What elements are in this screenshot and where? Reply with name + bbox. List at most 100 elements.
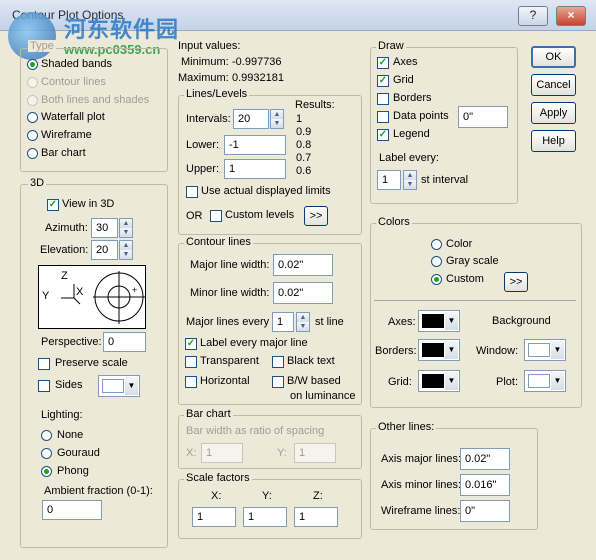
major-width-label: Major line width: xyxy=(190,259,270,271)
perspective-label: Perspective: xyxy=(41,336,102,348)
spin-up-icon[interactable]: ▲ xyxy=(120,219,132,228)
scale-y-input[interactable]: 1 xyxy=(243,507,287,527)
scale-z-label: Z: xyxy=(313,490,323,502)
grid-color-dropdown[interactable]: ▼ xyxy=(418,370,460,392)
bar-ratio-label: Bar width as ratio of spacing xyxy=(186,425,325,437)
actual-limits-checkbox[interactable] xyxy=(186,186,198,198)
maximum-label: Maximum: xyxy=(178,72,229,84)
custom-levels-more-button[interactable]: >> xyxy=(304,206,328,226)
view-3d-checkbox[interactable]: ✓ xyxy=(47,199,59,211)
major-every-input[interactable]: 1 xyxy=(272,312,294,332)
lower-input[interactable]: -1 xyxy=(224,135,286,155)
radio-contour-lines[interactable] xyxy=(27,77,38,88)
borders-checkbox[interactable] xyxy=(377,93,389,105)
radio-shaded-bands[interactable] xyxy=(27,59,38,70)
custom-colors-more-button[interactable]: >> xyxy=(504,272,528,292)
chevron-down-icon[interactable]: ▼ xyxy=(125,377,138,395)
spin-down-icon[interactable]: ▼ xyxy=(297,322,309,331)
radio-custom[interactable] xyxy=(431,274,442,285)
ambient-input[interactable]: 0 xyxy=(42,500,102,520)
window-color-dropdown[interactable]: ▼ xyxy=(524,339,566,361)
sides-color-dropdown[interactable]: ▼ xyxy=(98,375,140,397)
spin-up-icon[interactable]: ▲ xyxy=(297,313,309,322)
radio-lighting-gouraud[interactable] xyxy=(41,448,52,459)
spin-down-icon[interactable]: ▼ xyxy=(120,228,132,237)
window-color-label: Window: xyxy=(476,345,519,357)
spin-down-icon[interactable]: ▼ xyxy=(271,119,283,128)
grid-checkbox[interactable]: ✓ xyxy=(377,75,389,87)
chevron-down-icon[interactable]: ▼ xyxy=(445,341,458,359)
azimuth-input[interactable]: 30 xyxy=(91,218,118,238)
bar-y-input[interactable]: 1 xyxy=(294,443,336,463)
chevron-down-icon[interactable]: ▼ xyxy=(551,341,564,359)
other-lines-label: Other lines: xyxy=(376,421,437,433)
bar-y-label: Y: xyxy=(277,447,287,459)
wireframe-lines-input[interactable]: 0" xyxy=(460,500,510,522)
apply-button[interactable]: Apply xyxy=(531,102,576,124)
chevron-down-icon[interactable]: ▼ xyxy=(445,312,458,330)
bw-luminance-checkbox[interactable] xyxy=(272,376,284,388)
axes-checkbox[interactable]: ✓ xyxy=(377,57,389,69)
radio-lighting-phong[interactable] xyxy=(41,466,52,477)
chevron-down-icon[interactable]: ▼ xyxy=(445,372,458,390)
chevron-down-icon[interactable]: ▼ xyxy=(551,372,564,390)
scale-z-input[interactable]: 1 xyxy=(294,507,338,527)
axis-y-label: Y xyxy=(42,290,50,302)
elevation-input[interactable]: 20 xyxy=(91,240,118,260)
axes-color-dropdown[interactable]: ▼ xyxy=(418,310,460,332)
legend-checkbox[interactable]: ✓ xyxy=(377,129,389,141)
close-button[interactable]: × xyxy=(556,6,586,26)
elevation-spinner[interactable]: ▲ ▼ xyxy=(119,240,133,260)
spin-up-icon[interactable]: ▲ xyxy=(120,241,132,250)
sides-checkbox[interactable] xyxy=(38,380,50,392)
colors-divider xyxy=(374,300,576,301)
spin-down-icon[interactable]: ▼ xyxy=(404,180,416,189)
scale-x-input[interactable]: 1 xyxy=(192,507,236,527)
radio-waterfall[interactable] xyxy=(27,112,38,123)
bar-x-input[interactable]: 1 xyxy=(201,443,243,463)
radio-both-lines-shades[interactable] xyxy=(27,95,38,106)
azimuth-spinner[interactable]: ▲ ▼ xyxy=(119,218,133,238)
ok-button[interactable]: OK xyxy=(531,46,576,68)
radio-gray-scale[interactable] xyxy=(431,256,442,267)
spin-down-icon[interactable]: ▼ xyxy=(120,250,132,259)
spin-up-icon[interactable]: ▲ xyxy=(404,171,416,180)
wireframe-label: Wireframe xyxy=(41,129,92,141)
axis-major-input[interactable]: 0.02" xyxy=(460,448,510,470)
scale-factors-label: Scale factors xyxy=(184,472,252,484)
horizontal-checkbox[interactable] xyxy=(185,376,197,388)
help-title-button[interactable]: ? xyxy=(518,6,548,26)
preserve-scale-checkbox[interactable] xyxy=(38,358,50,370)
perspective-input[interactable]: 0 xyxy=(103,332,146,352)
cancel-button[interactable]: Cancel xyxy=(531,74,576,96)
spin-up-icon[interactable]: ▲ xyxy=(271,110,283,119)
label-every-input[interactable]: 1 xyxy=(377,170,401,190)
label-every-spinner[interactable]: ▲ ▼ xyxy=(403,170,417,190)
minor-width-input[interactable]: 0.02" xyxy=(273,282,333,304)
label-every-major-checkbox[interactable]: ✓ xyxy=(185,338,197,350)
radio-bar-chart[interactable] xyxy=(27,148,38,159)
upper-input[interactable]: 1 xyxy=(224,159,286,179)
black-text-checkbox[interactable] xyxy=(272,356,284,368)
axis-minor-input[interactable]: 0.016" xyxy=(460,474,510,496)
intervals-spinner[interactable]: ▲ ▼ xyxy=(270,109,284,129)
plot-color-dropdown[interactable]: ▼ xyxy=(524,370,566,392)
borders-color-dropdown[interactable]: ▼ xyxy=(418,339,460,361)
radio-lighting-none[interactable] xyxy=(41,430,52,441)
radio-color[interactable] xyxy=(431,239,442,250)
transparent-checkbox[interactable] xyxy=(185,356,197,368)
major-every-spinner[interactable]: ▲ ▼ xyxy=(296,312,310,332)
radio-wireframe[interactable] xyxy=(27,130,38,141)
transparent-label: Transparent xyxy=(200,355,259,367)
lower-label: Lower: xyxy=(186,139,220,151)
data-points-size-input[interactable]: 0" xyxy=(458,106,508,128)
intervals-input[interactable]: 20 xyxy=(233,109,269,129)
custom-levels-checkbox[interactable] xyxy=(210,210,222,222)
help-button[interactable]: Help xyxy=(531,130,576,152)
minimum-value: -0.997736 xyxy=(232,56,282,68)
data-points-checkbox[interactable] xyxy=(377,111,389,123)
custom-label: Custom xyxy=(446,273,484,285)
borders-color-label: Borders: xyxy=(375,345,417,357)
major-width-input[interactable]: 0.02" xyxy=(273,254,333,276)
color-option-label: Color xyxy=(446,238,473,250)
